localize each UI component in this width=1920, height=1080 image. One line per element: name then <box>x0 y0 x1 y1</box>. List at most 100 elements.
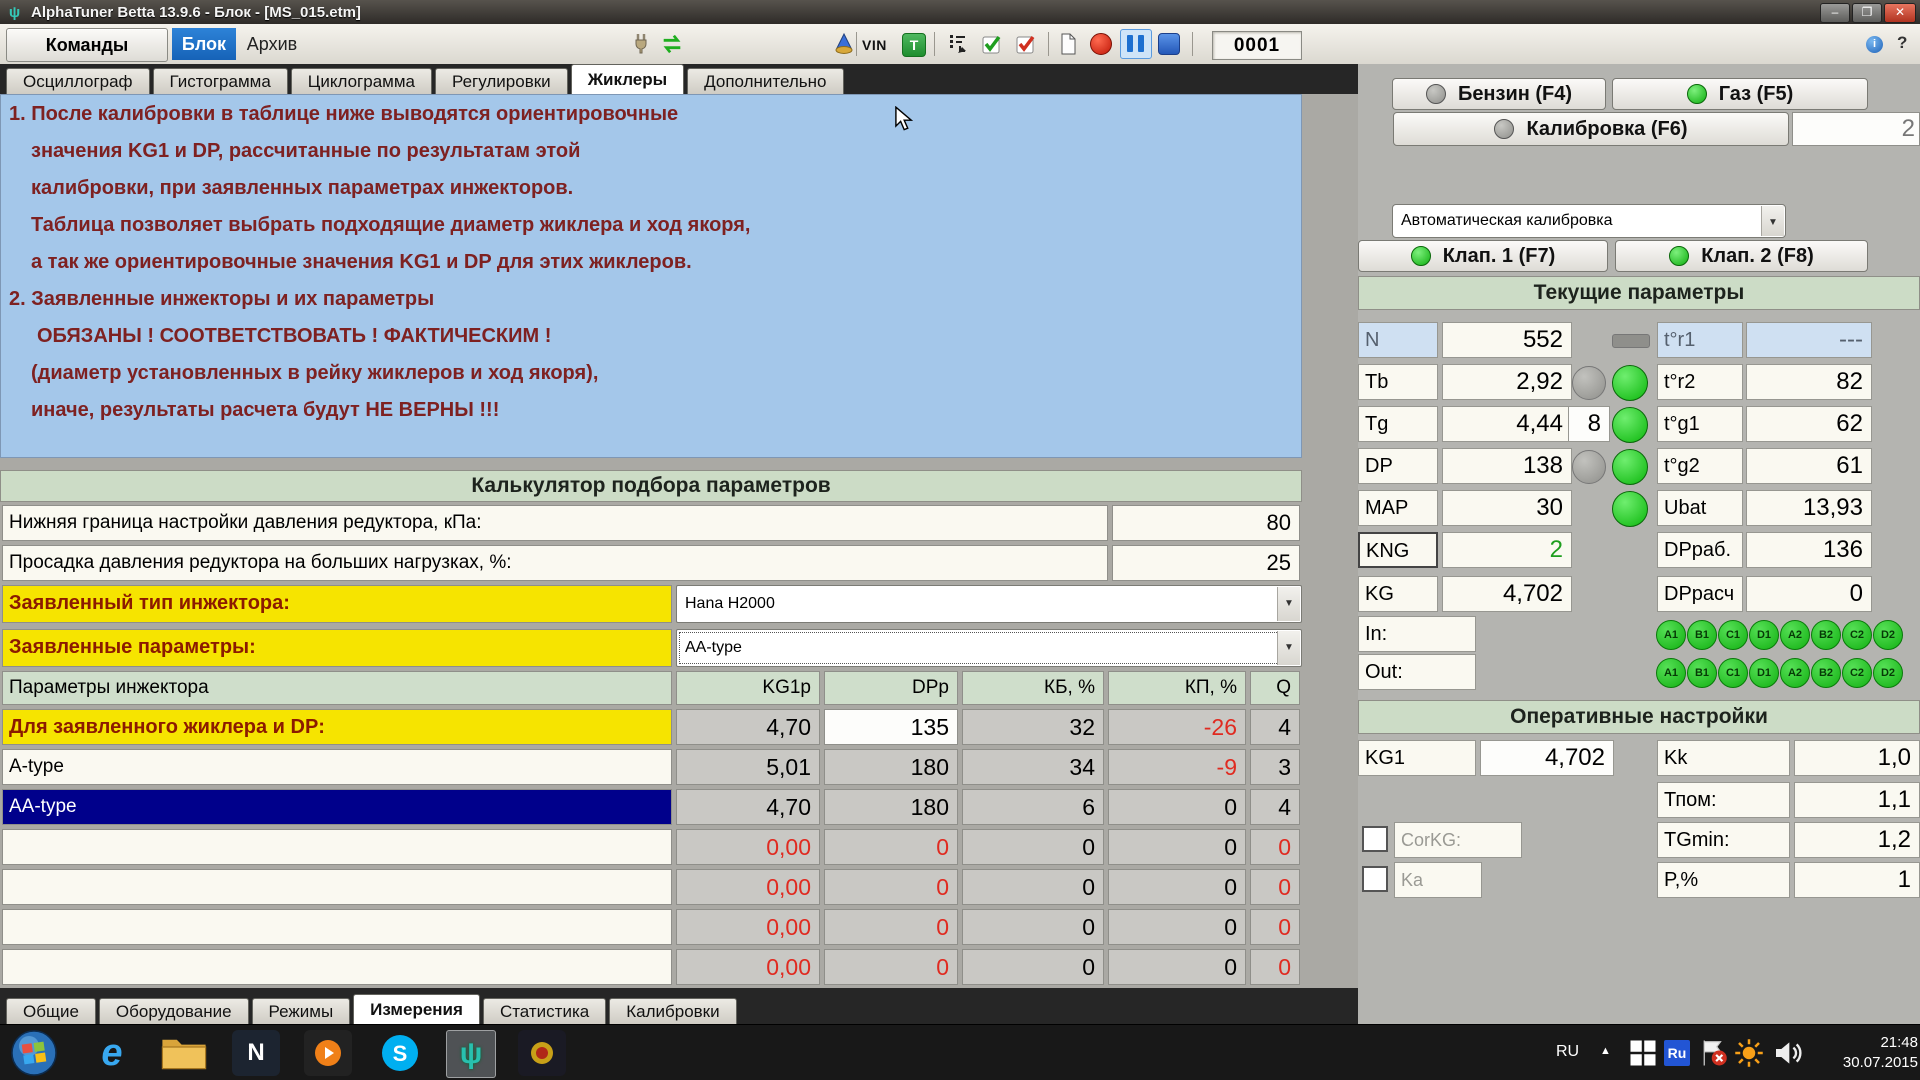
top-tabstrip: Осциллограф Гистограмма Циклограмма Регулир… <box>0 64 1358 94</box>
emblem-app-icon[interactable] <box>518 1030 566 1076</box>
update-sun-icon[interactable] <box>1734 1038 1764 1068</box>
io-badge-A2: A2 <box>1780 658 1810 688</box>
oper-value-3[interactable]: 1 <box>1794 862 1920 898</box>
injector-table-row-1[interactable]: A-type 5,01 180 34 -9 3 <box>0 749 1302 785</box>
help-icon[interactable]: ? <box>1897 33 1907 53</box>
cell-q-row3: 0 <box>1250 829 1300 865</box>
svg-text:S: S <box>393 1041 408 1066</box>
vin-button[interactable]: VIN <box>862 37 887 53</box>
io-badge-B1: B1 <box>1687 620 1717 650</box>
close-button[interactable]: ✕ <box>1884 3 1916 23</box>
record-stop-icon[interactable] <box>1090 33 1112 55</box>
chevron-down-icon[interactable]: ▼ <box>1277 587 1300 621</box>
pause-button[interactable] <box>1120 29 1152 59</box>
tab-bottom-5[interactable]: Калибровки <box>609 998 737 1024</box>
oper-value-1[interactable]: 1,1 <box>1794 782 1920 818</box>
param-value-N: 552 <box>1442 322 1572 358</box>
explorer-folder-icon[interactable] <box>160 1030 208 1076</box>
io-badge-C2: C2 <box>1842 620 1872 650</box>
tab-bottom-0[interactable]: Общие <box>6 998 96 1024</box>
tg-extra-value: 8 <box>1568 406 1610 442</box>
injector-table-row-3[interactable]: 0,00 0 0 0 0 <box>0 829 1302 865</box>
titlebar: ψ AlphaTuner Betta 13.9.6 - Блок - [MS_0… <box>0 0 1920 24</box>
instruction-line-1: значения KG1 и DP, рассчитанные по резул… <box>31 140 581 162</box>
skype-icon[interactable]: S <box>376 1030 424 1076</box>
list-export-icon[interactable] <box>946 32 970 56</box>
io-badge-C1: C1 <box>1718 620 1748 650</box>
wizard-icon[interactable] <box>832 32 856 56</box>
tray-expand-icon[interactable]: ▲ <box>1600 1045 1611 1057</box>
oper-value-0[interactable]: 1,0 <box>1794 740 1920 776</box>
ka-checkbox[interactable] <box>1362 866 1388 892</box>
param-value-KNG: 2 <box>1442 532 1572 568</box>
windows-tray-icon[interactable] <box>1628 1038 1658 1068</box>
tab-bottom-3[interactable]: Измерения <box>353 994 480 1024</box>
tab-bottom-4[interactable]: Статистика <box>482 998 607 1024</box>
t-mode-button[interactable]: T <box>902 33 926 57</box>
oper-value-2[interactable]: 1,2 <box>1794 822 1920 858</box>
pressure-low-value[interactable]: 80 <box>1112 505 1300 541</box>
injector-params-combobox[interactable]: AA-type ▼ <box>676 629 1302 667</box>
chart-app-icon[interactable]: N <box>232 1030 280 1076</box>
frame-button[interactable] <box>1158 33 1180 55</box>
tab-top-3[interactable]: Регулировки <box>435 68 568 94</box>
clock[interactable]: 21:48 30.07.2015 <box>1828 1033 1918 1073</box>
tab-bottom-1[interactable]: Оборудование <box>98 998 249 1024</box>
cell-kp-row6: 0 <box>1108 949 1246 985</box>
param-value-Tg: 4,44 <box>1442 406 1572 442</box>
check-green-icon[interactable] <box>980 32 1004 56</box>
tab-top-1[interactable]: Гистограмма <box>152 68 288 94</box>
keyboard-layout-icon[interactable]: Ru <box>1664 1040 1690 1066</box>
chevron-down-icon[interactable]: ▼ <box>1277 631 1300 665</box>
kalibrovka-button[interactable]: Калибровка (F6) <box>1393 112 1789 146</box>
internet-explorer-icon[interactable]: e <box>88 1030 136 1076</box>
injector-type-combobox[interactable]: Hana H2000 ▼ <box>676 585 1302 623</box>
maximize-button[interactable]: ❐ <box>1852 3 1882 23</box>
new-document-icon[interactable] <box>1056 32 1080 56</box>
menu-blok[interactable]: Блок <box>172 28 236 60</box>
minimize-button[interactable]: – <box>1820 3 1850 23</box>
tab-top-0[interactable]: Осциллограф <box>6 68 150 94</box>
cell-kg1p-row2: 4,70 <box>676 789 820 825</box>
cell-dpp-row6: 0 <box>824 949 958 985</box>
start-button[interactable] <box>10 1029 58 1077</box>
connect-plug-icon[interactable] <box>630 32 654 56</box>
kg1-label: KG1 <box>1358 740 1476 776</box>
tab-top-4[interactable]: Жиклеры <box>570 64 685 94</box>
cell-kb-row5: 0 <box>962 909 1104 945</box>
injector-table-row-0[interactable]: Для заявленного жиклера и DP: 4,70 135 32 -2… <box>0 709 1302 745</box>
io-badge-B1: B1 <box>1687 658 1717 688</box>
tab-top-5[interactable]: Дополнительно <box>687 68 844 94</box>
instruction-line-2: калибровки, при заявленных параметрах ин… <box>31 177 574 199</box>
media-player-icon[interactable] <box>304 1030 352 1076</box>
corkg-checkbox[interactable] <box>1362 826 1388 852</box>
kg1-value-field[interactable]: 4,702 <box>1480 740 1614 776</box>
chevron-down-icon[interactable]: ▼ <box>1761 206 1784 236</box>
menu-arhiv[interactable]: Архив <box>240 28 304 60</box>
bottom-tabstrip: Общие Оборудование Режимы Измерения Статисти… <box>0 988 1358 1024</box>
menu-komandy[interactable]: Команды <box>6 28 168 62</box>
io-badge-D1: D1 <box>1749 658 1779 688</box>
injector-table-row-6[interactable]: 0,00 0 0 0 0 <box>0 949 1302 985</box>
injector-table-row-2[interactable]: AA-type 4,70 180 6 0 4 <box>0 789 1302 825</box>
instruction-line-8: иначе, результаты расчета будут НЕ ВЕРНЫ… <box>31 399 500 421</box>
oper-label-2: TGmin: <box>1657 822 1790 858</box>
check-red-icon[interactable] <box>1014 32 1038 56</box>
tab-top-2[interactable]: Циклограмма <box>290 68 433 94</box>
klapan2-button[interactable]: Клап. 2 (F8) <box>1615 240 1868 272</box>
benzin-button[interactable]: Бензин (F4) <box>1392 78 1606 110</box>
calibration-mode-value: Автоматическая калибровка <box>1401 212 1613 229</box>
injector-table-row-5[interactable]: 0,00 0 0 0 0 <box>0 909 1302 945</box>
volume-icon[interactable] <box>1772 1037 1804 1069</box>
language-indicator[interactable]: RU <box>1556 1043 1579 1061</box>
pressure-drop-value[interactable]: 25 <box>1112 545 1300 581</box>
action-center-flag-icon[interactable] <box>1698 1038 1728 1068</box>
gaz-button[interactable]: Газ (F5) <box>1612 78 1868 110</box>
klapan1-button[interactable]: Клап. 1 (F7) <box>1358 240 1608 272</box>
calibration-mode-combobox[interactable]: Автоматическая калибровка ▼ <box>1392 204 1786 238</box>
sync-arrows-icon[interactable] <box>660 32 684 56</box>
info-icon[interactable]: i <box>1866 36 1883 53</box>
alphatuner-app-icon[interactable]: ψ <box>446 1030 496 1078</box>
injector-table-row-4[interactable]: 0,00 0 0 0 0 <box>0 869 1302 905</box>
tab-bottom-2[interactable]: Режимы <box>251 998 351 1024</box>
